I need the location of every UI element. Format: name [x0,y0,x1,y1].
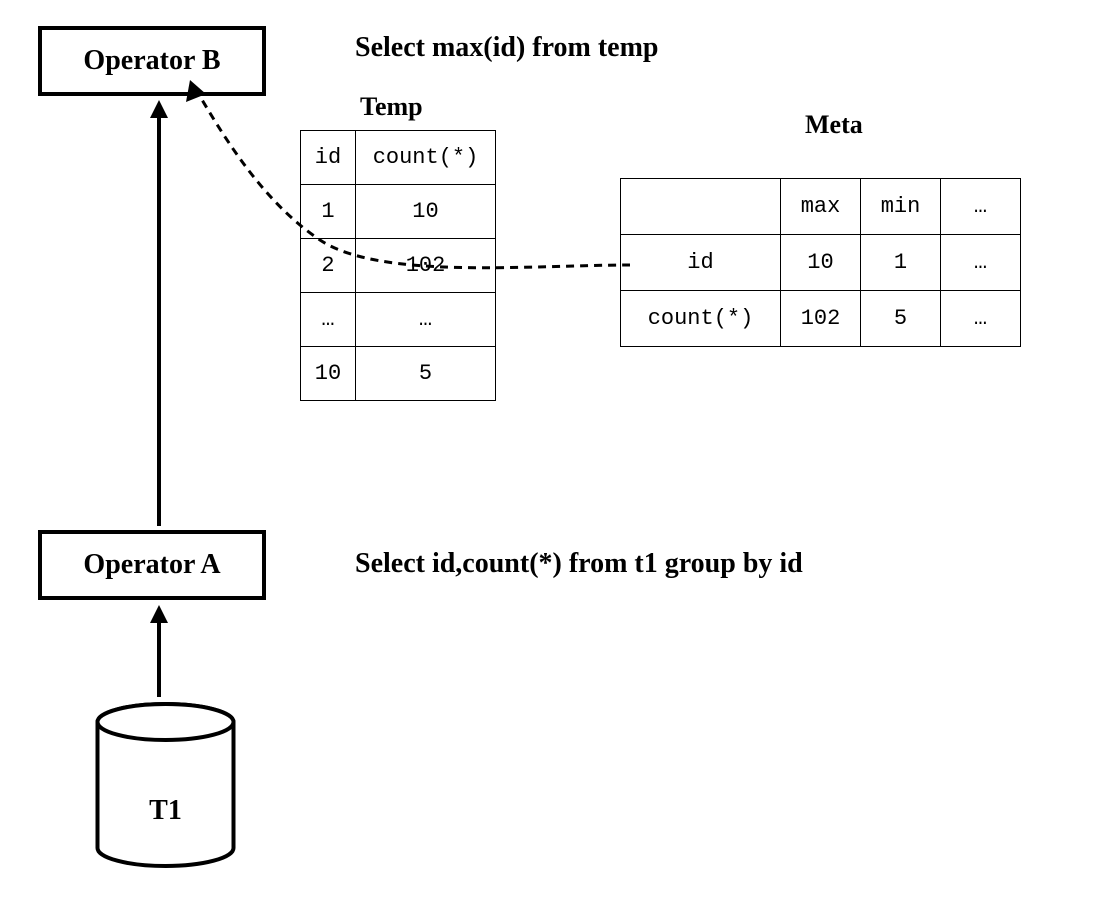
meta-cell: 102 [781,291,861,347]
temp-cell: … [301,293,356,347]
table-row: 2 102 [301,239,496,293]
temp-cell: 2 [301,239,356,293]
table-row: 10 5 [301,347,496,401]
table-row: id count(*) [301,131,496,185]
temp-table: id count(*) 1 10 2 102 … … 10 5 [300,130,496,401]
operator-b-box: Operator B [38,26,266,96]
temp-cell: 102 [356,239,496,293]
meta-cell: id [621,235,781,291]
temp-cell: … [356,293,496,347]
temp-table-title: Temp [360,92,423,122]
table-row: id 10 1 … [621,235,1021,291]
meta-cell: 1 [861,235,941,291]
temp-header-count: count(*) [356,131,496,185]
table-row: max min … [621,179,1021,235]
temp-cell: 5 [356,347,496,401]
meta-header-more: … [941,179,1021,235]
meta-cell: … [941,291,1021,347]
temp-cell: 1 [301,185,356,239]
arrow-a-to-b-icon [147,100,171,526]
temp-cell: 10 [301,347,356,401]
arrow-t1-to-a-icon [147,605,171,697]
meta-header-blank [621,179,781,235]
meta-cell: … [941,235,1021,291]
meta-header-min: min [861,179,941,235]
sql-query-top: Select max(id) from temp [355,32,659,64]
datasource-cylinder: T1 [93,700,238,870]
table-row: 1 10 [301,185,496,239]
operator-a-box: Operator A [38,530,266,600]
operator-b-label: Operator B [83,45,220,77]
datasource-label: T1 [93,795,238,827]
meta-cell: 10 [781,235,861,291]
meta-table: max min … id 10 1 … count(*) 102 5 … [620,178,1021,347]
cylinder-icon [93,700,238,870]
table-row: … … [301,293,496,347]
meta-header-max: max [781,179,861,235]
temp-cell: 10 [356,185,496,239]
meta-cell: count(*) [621,291,781,347]
table-row: count(*) 102 5 … [621,291,1021,347]
operator-a-label: Operator A [83,549,220,581]
temp-header-id: id [301,131,356,185]
meta-cell: 5 [861,291,941,347]
sql-query-bottom: Select id,count(*) from t1 group by id [355,548,803,580]
meta-table-title: Meta [805,110,863,140]
